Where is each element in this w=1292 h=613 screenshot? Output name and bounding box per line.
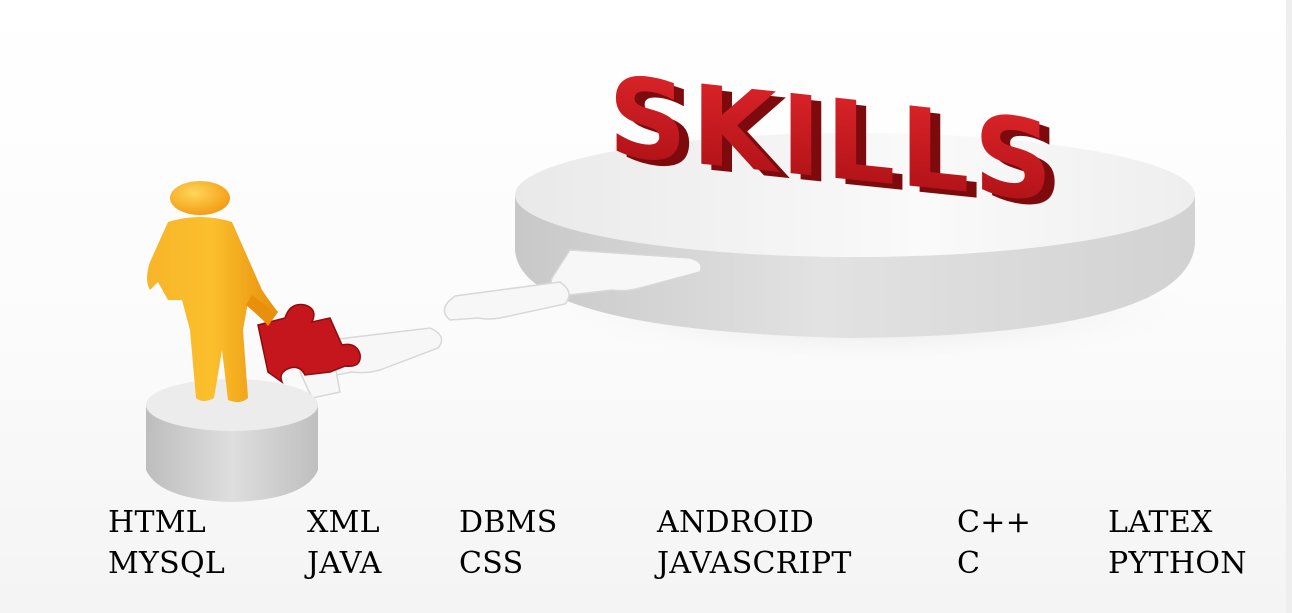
skill-java: JAVA <box>307 546 382 581</box>
skills-scene: SKILLS SKILLS <box>136 53 1230 502</box>
skill-cpp: C++ <box>957 505 1032 540</box>
skill-css: CSS <box>459 546 524 581</box>
skill-python: PYTHON <box>1108 546 1247 581</box>
person-figure-icon <box>147 181 278 403</box>
skill-android: ANDROID <box>657 505 815 540</box>
skill-mysql: MYSQL <box>108 546 226 581</box>
skill-latex: LATEX <box>1108 505 1213 540</box>
skills-list: HTML XML DBMS ANDROID C++ LATEX MYSQL JA… <box>0 505 1292 595</box>
skill-c: C <box>957 546 981 581</box>
skill-dbms: DBMS <box>459 505 558 540</box>
skills-illustration: SKILLS SKILLS HTML XML DBMS ANDROID C++ … <box>0 0 1292 613</box>
right-edge-divider <box>1286 0 1292 613</box>
skill-html: HTML <box>108 505 207 540</box>
skill-xml: XML <box>307 505 380 540</box>
skill-javascript: JAVASCRIPT <box>657 546 852 581</box>
